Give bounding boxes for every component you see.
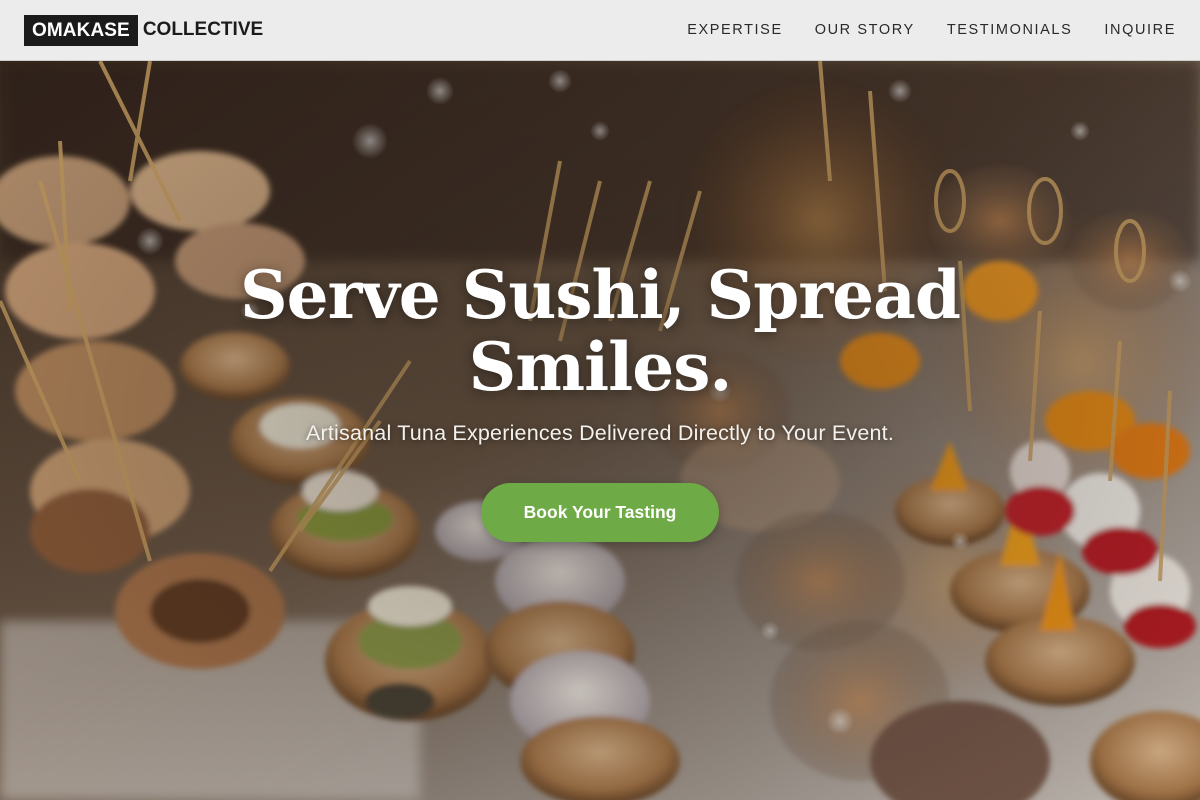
nav-link-inquire[interactable]: INQUIRE	[1104, 22, 1176, 38]
hero-title: Serve Sushi, Spread Smiles.	[200, 259, 1000, 403]
nav-link-our-story[interactable]: OUR STORY	[815, 22, 915, 38]
site-header: OMAKASE COLLECTIVE EXPERTISE OUR STORY T…	[0, 0, 1200, 61]
main-nav: EXPERTISE OUR STORY TESTIMONIALS INQUIRE	[687, 22, 1176, 38]
nav-link-testimonials[interactable]: TESTIMONIALS	[947, 22, 1073, 38]
hero-title-line1: Serve Sushi, Spread	[239, 256, 961, 334]
logo-text: COLLECTIVE	[142, 19, 264, 40]
hero-title-line2: Smiles.	[468, 328, 733, 406]
logo-boxed-text: OMAKASE	[24, 14, 138, 46]
hero-section: Serve Sushi, Spread Smiles. Artisanal Tu…	[0, 61, 1200, 800]
hero-subtitle: Artisanal Tuna Experiences Delivered Dir…	[305, 421, 895, 445]
nav-link-expertise[interactable]: EXPERTISE	[687, 22, 783, 38]
hero-content: Serve Sushi, Spread Smiles. Artisanal Tu…	[0, 61, 1200, 800]
logo[interactable]: OMAKASE COLLECTIVE	[24, 14, 264, 46]
book-tasting-button[interactable]: Book Your Tasting	[481, 483, 719, 542]
